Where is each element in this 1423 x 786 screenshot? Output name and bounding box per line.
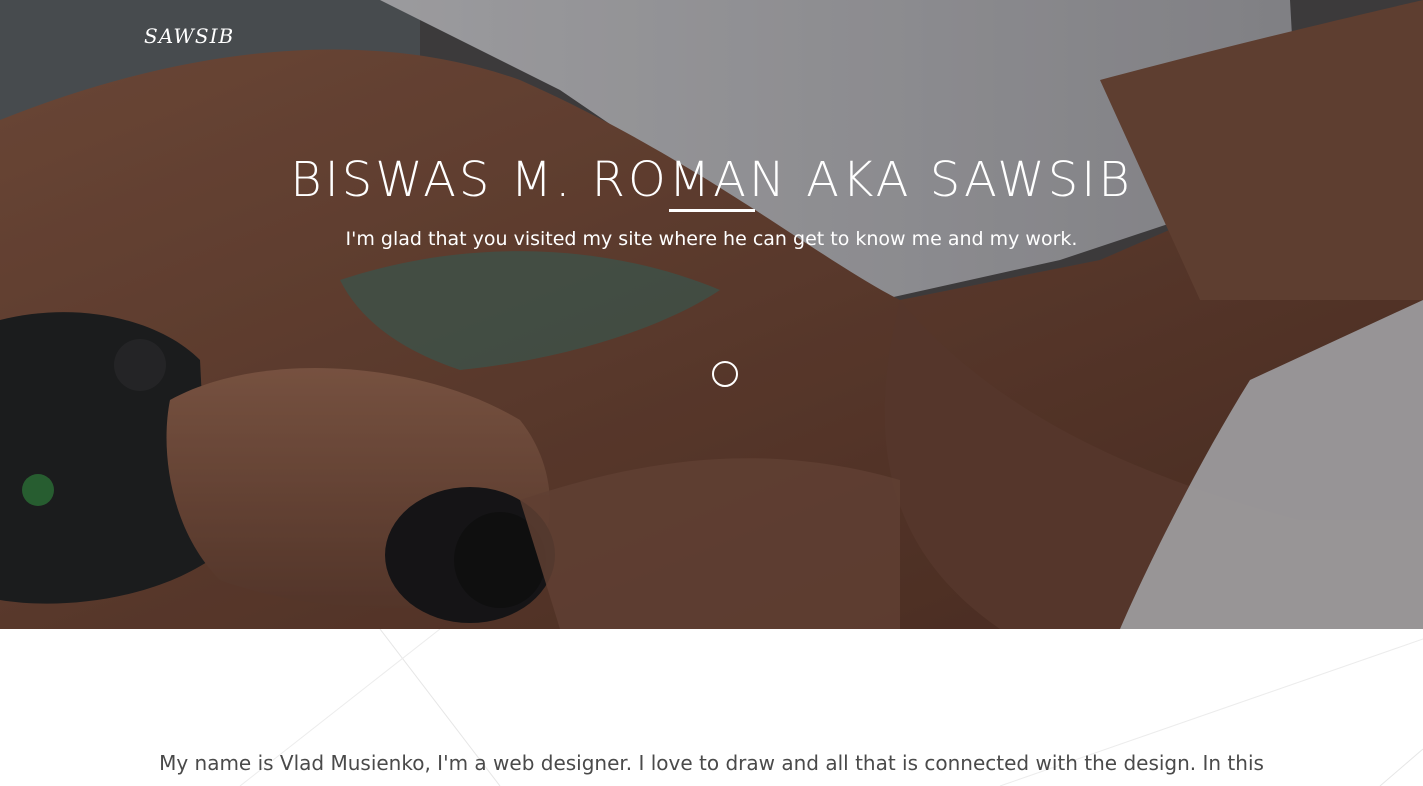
hero-dark-overlay: [0, 0, 1423, 629]
hero-section: SAWSIB BISWAS M. ROMAN AKA SAWSIB I'm gl…: [0, 0, 1423, 629]
hero-title: BISWAS M. ROMAN AKA SAWSIB: [290, 152, 1133, 208]
about-section: My name is Vlad Musienko, I'm a web desi…: [0, 629, 1423, 786]
site-logo[interactable]: SAWSIB: [144, 24, 234, 48]
hero-subtitle: I'm glad that you visited my site where …: [345, 228, 1078, 250]
scroll-down-circle-icon[interactable]: [712, 361, 738, 387]
title-underline-accent: [669, 209, 755, 212]
about-intro-text: My name is Vlad Musienko, I'm a web desi…: [159, 751, 1264, 775]
